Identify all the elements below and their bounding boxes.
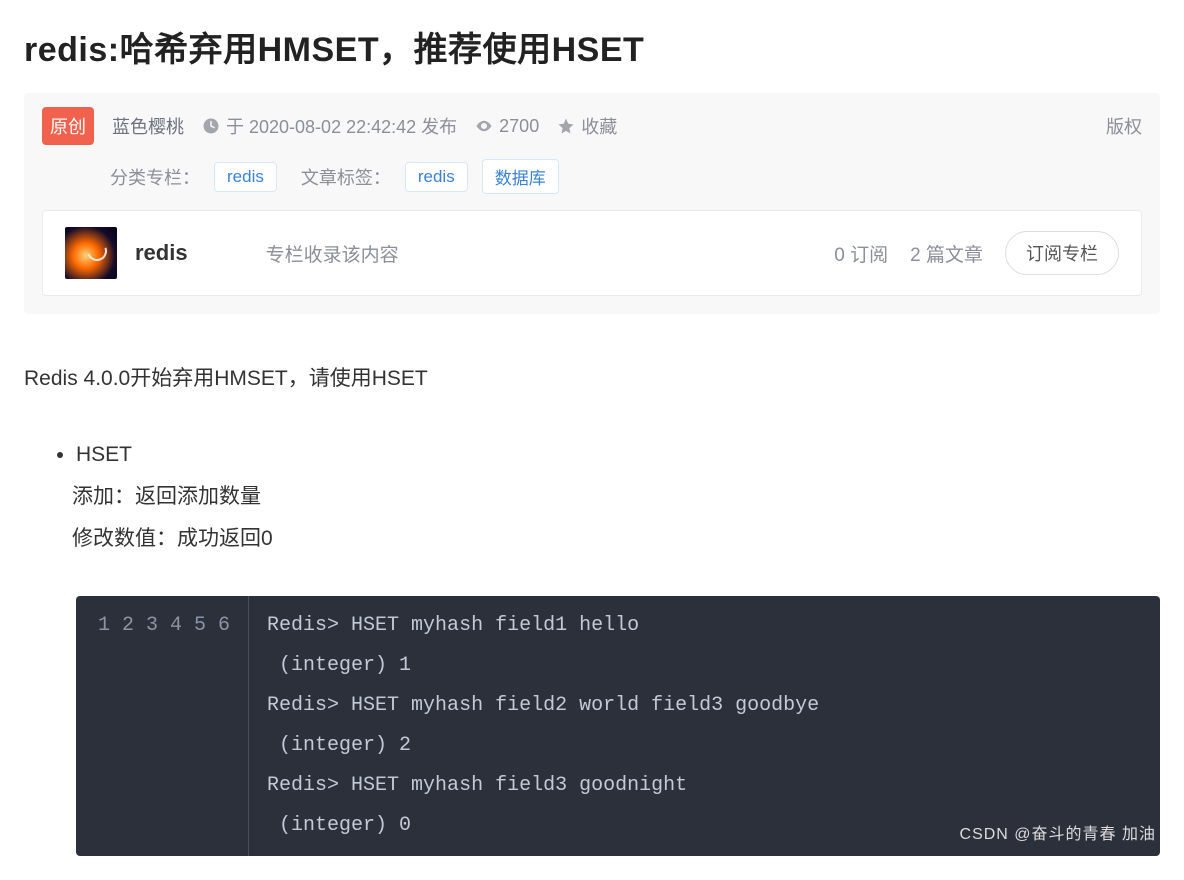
favorite-button[interactable]: 收藏 bbox=[557, 113, 617, 139]
article-tag[interactable]: 数据库 bbox=[482, 159, 559, 194]
column-subs: 0 订阅 bbox=[834, 240, 888, 267]
article-body: Redis 4.0.0开始弃用HMSET，请使用HSET HSET 添加：返回添… bbox=[24, 360, 1160, 856]
copyright-link[interactable]: 版权 bbox=[1106, 113, 1142, 139]
column-name: redis bbox=[135, 240, 188, 266]
eye-icon bbox=[475, 117, 493, 135]
intro-paragraph: Redis 4.0.0开始弃用HMSET，请使用HSET bbox=[24, 360, 1160, 398]
watermark: CSDN @奋斗的青春 加油 bbox=[960, 820, 1156, 844]
category-label: 分类专栏： bbox=[110, 164, 200, 190]
tags-label: 文章标签： bbox=[301, 164, 391, 190]
subscribe-button[interactable]: 订阅专栏 bbox=[1005, 231, 1119, 275]
code-gutter: 1 2 3 4 5 6 bbox=[76, 596, 249, 856]
list-item-add: 添加：返回添加数量 bbox=[72, 476, 1160, 518]
column-card[interactable]: redis 专栏收录该内容 0 订阅 2 篇文章 订阅专栏 bbox=[42, 210, 1142, 296]
article-tag[interactable]: redis bbox=[405, 162, 468, 192]
column-thumbnail bbox=[65, 227, 117, 279]
article-title: redis:哈希弃用HMSET，推荐使用HSET bbox=[24, 22, 1160, 71]
publish-time: 于 2020-08-02 22:42:42 发布 bbox=[202, 113, 457, 139]
favorite-label: 收藏 bbox=[581, 113, 617, 139]
column-desc: 专栏收录该内容 bbox=[266, 240, 399, 267]
column-articles: 2 篇文章 bbox=[910, 240, 983, 267]
meta-box: 原创 蓝色樱桃 于 2020-08-02 22:42:42 发布 2700 收藏… bbox=[24, 93, 1160, 314]
list-item-hset: HSET bbox=[76, 434, 1160, 476]
clock-icon bbox=[202, 117, 220, 135]
views: 2700 bbox=[475, 116, 539, 137]
code-content[interactable]: Redis> HSET myhash field1 hello (integer… bbox=[249, 596, 837, 856]
original-badge: 原创 bbox=[42, 107, 94, 145]
code-block: 1 2 3 4 5 6 Redis> HSET myhash field1 he… bbox=[76, 596, 1160, 856]
category-tag[interactable]: redis bbox=[214, 162, 277, 192]
list-item-modify: 修改数值：成功返回0 bbox=[72, 518, 1160, 560]
views-count: 2700 bbox=[499, 116, 539, 137]
author-link[interactable]: 蓝色樱桃 bbox=[112, 113, 184, 139]
star-icon bbox=[557, 117, 575, 135]
publish-time-text: 于 2020-08-02 22:42:42 发布 bbox=[226, 113, 457, 139]
